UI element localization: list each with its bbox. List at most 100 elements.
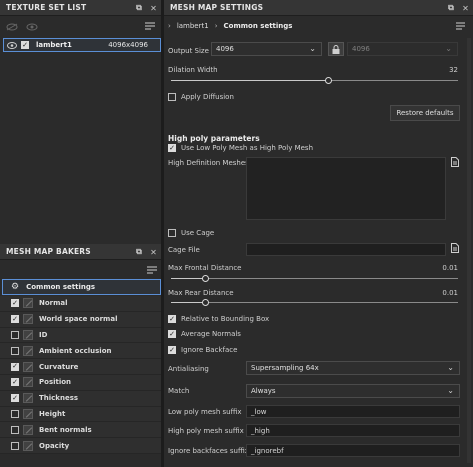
chevron-down-icon: ⌄: [309, 44, 316, 53]
eye-off-icon[interactable]: [6, 23, 18, 31]
match-label: Match: [168, 387, 190, 395]
lock-icon: [332, 44, 340, 54]
texture-set-row[interactable]: ✓ lambert1 4096x4096: [3, 38, 161, 52]
breadcrumb-set[interactable]: lambert1: [177, 22, 209, 30]
apply-diffusion-checkbox[interactable]: [168, 93, 176, 101]
low-poly-suffix-field[interactable]: _low: [246, 405, 460, 418]
texture-set-name: lambert1: [36, 41, 72, 49]
high-poly-suffix-field[interactable]: _high: [246, 424, 460, 437]
mesh-map-bakers-header: MESH MAP BAKERS ⧉ ✕: [0, 244, 161, 260]
chevron-right-icon: ›: [168, 22, 171, 30]
use-cage-checkbox[interactable]: [168, 229, 176, 237]
baker-item[interactable]: Height: [0, 406, 161, 423]
use-cage-label: Use Cage: [181, 229, 215, 237]
mesh-map-bakers-title: MESH MAP BAKERS: [6, 247, 91, 256]
cage-file-field[interactable]: [246, 243, 446, 256]
window-float-icon[interactable]: ⧉: [136, 3, 142, 13]
baker-thumbnail-icon: [23, 345, 33, 356]
baker-checkbox[interactable]: [11, 441, 19, 450]
baker-item[interactable]: Bent normals: [0, 422, 161, 439]
file-icon[interactable]: [451, 157, 459, 167]
match-dropdown[interactable]: Always ⌄: [246, 384, 460, 398]
list-menu-icon[interactable]: [145, 22, 155, 31]
common-settings-label: Common settings: [26, 283, 96, 291]
baker-item[interactable]: ✓ Curvature: [0, 359, 161, 375]
output-size-linked-value: 4096: [352, 45, 370, 53]
baker-checkbox[interactable]: [11, 330, 19, 339]
texture-set-list-title: TEXTURE SET LIST: [6, 3, 87, 12]
baker-item[interactable]: ✓ World space normal: [0, 311, 161, 328]
output-size-dropdown[interactable]: 4096 ⌄: [211, 42, 322, 56]
baker-checkbox[interactable]: ✓: [11, 299, 19, 308]
antialiasing-label: Antialiasing: [168, 365, 209, 373]
texture-set-list-header: TEXTURE SET LIST ⧉ ✕: [0, 0, 161, 16]
baker-checkbox[interactable]: [11, 425, 19, 434]
baker-checkbox[interactable]: [11, 346, 19, 355]
chevron-right-icon: ›: [214, 22, 218, 30]
antialiasing-value: Supersampling 64x: [251, 364, 319, 372]
baker-checkbox[interactable]: ✓: [11, 394, 19, 403]
apply-diffusion-row[interactable]: Apply Diffusion: [168, 93, 234, 101]
eye-icon[interactable]: [26, 23, 38, 31]
baker-thumbnail-icon: [23, 377, 33, 388]
mesh-map-settings-title: MESH MAP SETTINGS: [170, 3, 264, 12]
average-normals-label: Average Normals: [181, 330, 241, 338]
baker-item[interactable]: ✓ Normal: [0, 296, 161, 312]
list-menu-icon[interactable]: [456, 22, 465, 31]
baker-checkbox[interactable]: ✓: [11, 315, 19, 324]
relative-bbox-checkbox[interactable]: ✓: [168, 315, 176, 323]
baker-label: Height: [39, 409, 66, 418]
eye-icon[interactable]: [7, 41, 17, 49]
max-rear-fill: [171, 302, 206, 303]
baker-item[interactable]: ID: [0, 327, 161, 344]
file-icon[interactable]: [451, 243, 459, 253]
window-float-icon[interactable]: ⧉: [448, 3, 454, 13]
baker-label: Bent normals: [39, 425, 92, 434]
baker-checkbox[interactable]: [11, 409, 19, 418]
use-low-poly-row[interactable]: ✓ Use Low Poly Mesh as High Poly Mesh: [168, 144, 313, 152]
max-rear-track[interactable]: [171, 302, 458, 303]
list-menu-icon[interactable]: [147, 266, 157, 275]
restore-defaults-button[interactable]: Restore defaults: [390, 105, 460, 121]
scrollbar[interactable]: [467, 38, 471, 463]
texture-set-resolution: 4096x4096: [108, 41, 148, 49]
ignore-backface-checkbox[interactable]: ✓: [168, 346, 176, 354]
match-value: Always: [251, 387, 276, 395]
max-frontal-track[interactable]: [171, 278, 458, 279]
apply-diffusion-label: Apply Diffusion: [181, 93, 234, 101]
high-definition-meshes-list[interactable]: [246, 157, 446, 220]
baker-item[interactable]: Ambient occlusion: [0, 343, 161, 360]
average-normals-row[interactable]: ✓ Average Normals: [168, 330, 241, 338]
use-cage-row[interactable]: Use Cage: [168, 229, 214, 237]
use-low-poly-label: Use Low Poly Mesh as High Poly Mesh: [181, 144, 314, 152]
panel-divider[interactable]: [161, 0, 164, 467]
baker-checkbox[interactable]: ✓: [11, 362, 19, 371]
dilation-width-knob[interactable]: [325, 77, 333, 84]
antialiasing-dropdown[interactable]: Supersampling 64x ⌄: [246, 361, 460, 375]
texture-set-toolbar: [0, 18, 161, 36]
low-poly-suffix-label: Low poly mesh suffix: [168, 408, 242, 416]
window-float-icon[interactable]: ⧉: [136, 247, 142, 257]
ignore-backfaces-suffix-field[interactable]: _ignorebf: [246, 444, 460, 457]
use-low-poly-checkbox[interactable]: ✓: [168, 144, 176, 152]
common-settings-item[interactable]: ⚙ Common settings: [2, 279, 161, 295]
baker-label: World space normal: [39, 315, 118, 324]
close-icon[interactable]: ✕: [150, 4, 157, 13]
baker-thumbnail-icon: [23, 298, 33, 309]
lock-button[interactable]: [328, 42, 344, 56]
texture-set-checkbox[interactable]: ✓: [21, 41, 29, 49]
close-icon[interactable]: ✕: [150, 248, 157, 257]
ignore-backface-label: Ignore Backface: [181, 346, 238, 354]
baker-item[interactable]: ✓ Position: [0, 375, 161, 391]
dilation-width-value: 32: [449, 66, 458, 74]
baker-item[interactable]: ✓ Thickness: [0, 390, 161, 407]
baker-item[interactable]: Opacity: [0, 438, 161, 454]
ignore-backface-row[interactable]: ✓ Ignore Backface: [168, 346, 237, 354]
baker-thumbnail-icon: [23, 393, 33, 404]
close-icon[interactable]: ✕: [462, 4, 469, 13]
average-normals-checkbox[interactable]: ✓: [168, 330, 176, 338]
baker-checkbox[interactable]: ✓: [11, 378, 19, 387]
max-rear-knob[interactable]: [201, 299, 209, 306]
max-frontal-knob[interactable]: [201, 275, 209, 282]
relative-bbox-row[interactable]: ✓ Relative to Bounding Box: [168, 315, 269, 323]
